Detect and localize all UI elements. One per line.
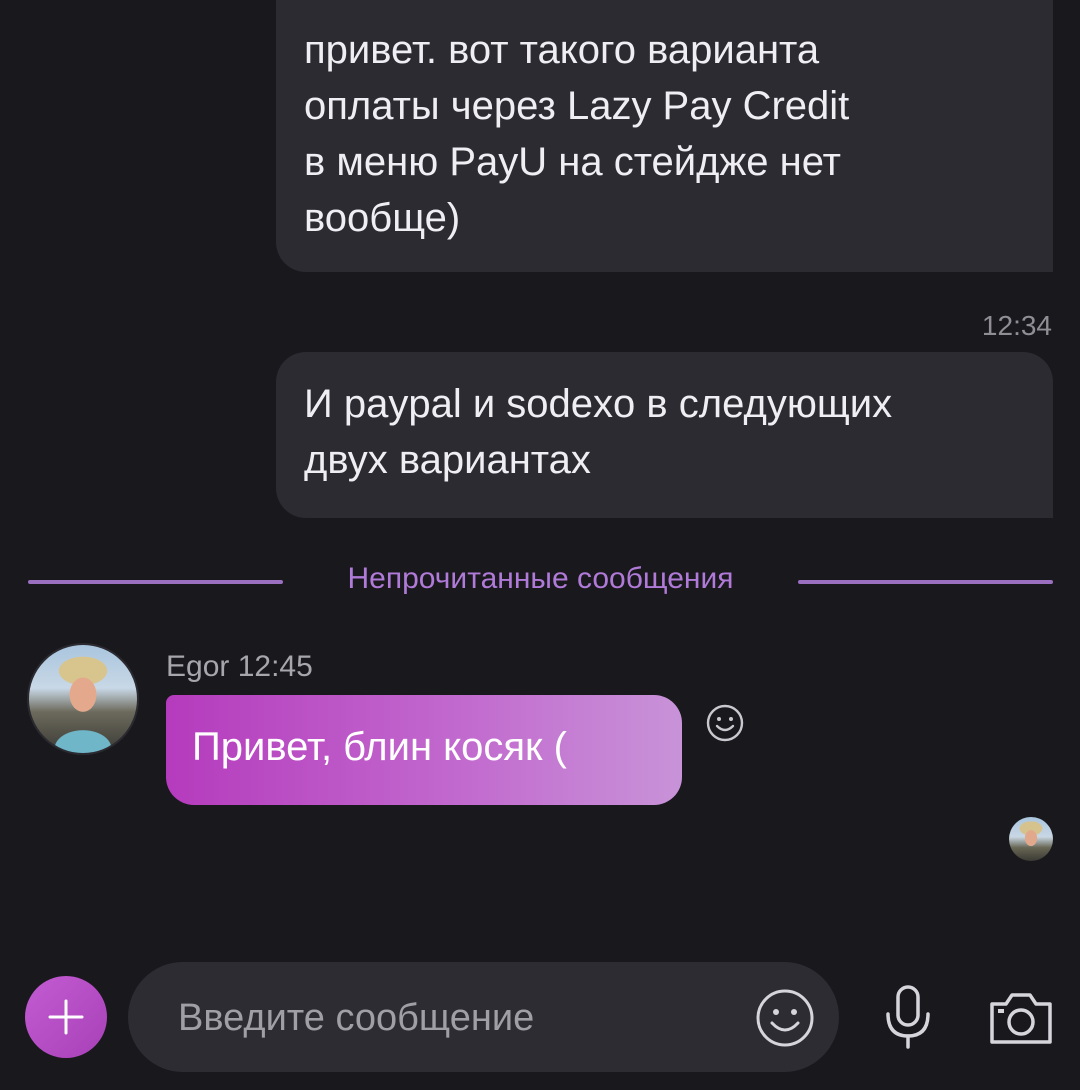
message-line: в меню PayU на стейдже нет bbox=[304, 140, 841, 184]
sender-avatar[interactable] bbox=[27, 643, 139, 755]
outgoing-message[interactable]: И paypal и sodexo в следующих двух вариа… bbox=[276, 352, 1053, 518]
outgoing-message[interactable]: привет. вот такого варианта оплаты через… bbox=[276, 0, 1053, 272]
message-composer bbox=[128, 962, 839, 1072]
divider-line bbox=[798, 580, 1053, 584]
message-line: двух вариантах bbox=[304, 438, 591, 482]
microphone-icon[interactable] bbox=[880, 984, 936, 1050]
incoming-message[interactable]: Привет, блин косяк ( bbox=[166, 695, 682, 805]
unread-divider: Непрочитанные сообщения bbox=[28, 560, 1053, 604]
add-attachment-button[interactable] bbox=[25, 976, 107, 1058]
smile-icon[interactable] bbox=[705, 703, 745, 743]
message-line: вообще) bbox=[304, 196, 461, 240]
incoming-message-text: Привет, блин косяк ( bbox=[192, 725, 567, 769]
message-input[interactable] bbox=[178, 990, 738, 1046]
unread-divider-label: Непрочитанные сообщения bbox=[347, 562, 734, 595]
sender-meta: Egor 12:45 bbox=[166, 650, 313, 684]
message-line: привет. вот такого варианта bbox=[304, 28, 820, 72]
emoji-icon[interactable] bbox=[754, 987, 816, 1049]
message-time: 12:34 bbox=[981, 310, 1052, 341]
plus-icon bbox=[48, 999, 84, 1035]
camera-icon[interactable] bbox=[986, 988, 1056, 1048]
sender-name: Egor bbox=[166, 650, 230, 683]
message-line: оплаты через Lazy Pay Credit bbox=[304, 84, 850, 128]
message-line: И paypal и sodexo в следующих bbox=[304, 382, 893, 426]
sender-time: 12:45 bbox=[237, 650, 313, 683]
read-receipt-avatar bbox=[1009, 817, 1053, 861]
